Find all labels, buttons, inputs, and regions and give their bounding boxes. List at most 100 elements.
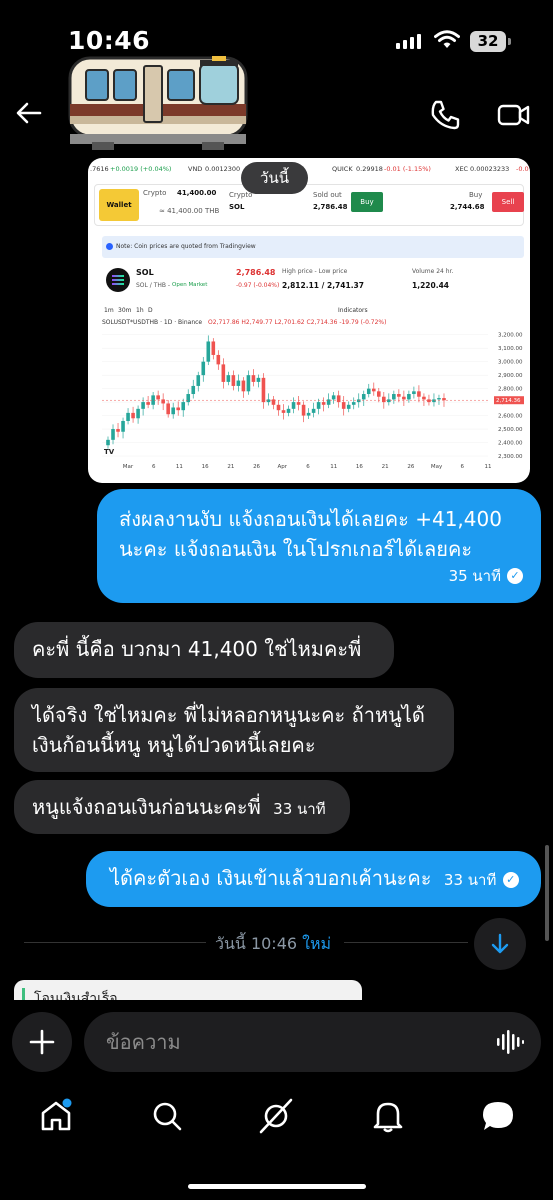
candle-body	[407, 394, 411, 400]
candle-body	[301, 404, 306, 416]
candle-body	[106, 439, 110, 446]
sold-out-label: Sold out	[313, 191, 342, 199]
x-tick-label: 11	[330, 464, 337, 470]
divider-line-right	[344, 942, 468, 943]
y-tick-label: 2,900.00	[498, 373, 523, 379]
candle-body	[226, 375, 231, 382]
y-tick-label: 2,300.00	[498, 454, 523, 460]
candle-body	[432, 399, 436, 403]
voice-waveform-icon[interactable]	[496, 1029, 524, 1055]
candle-body	[201, 361, 206, 376]
message-time: 33 นาที	[273, 800, 326, 818]
outgoing-message[interactable]: ส่งผลงานงับ แจ้งถอนเงินได้เลยคะ +41,400 …	[97, 489, 541, 603]
timeframe-d[interactable]: D	[148, 307, 153, 314]
buy-button[interactable]: Buy	[351, 192, 383, 212]
indicators-button[interactable]: Indicators	[338, 307, 368, 314]
candlestick-chart[interactable]: 3,200.00 3,100.00 3,000.00 2,900.00 2,800.00…	[88, 316, 530, 483]
last-price-tag: 2,714.36	[496, 398, 521, 404]
ticker-item: 0.0012300	[205, 165, 241, 173]
video-call-icon[interactable]	[496, 98, 532, 132]
current-price: 2,786.48	[236, 268, 276, 277]
timeframe-30m[interactable]: 30m	[118, 307, 131, 314]
incoming-message[interactable]: ได้จริง ใช่ไหมคะ พี่ไม่หลอกหนูนะคะ ถ้าหน…	[14, 688, 454, 772]
candle-body	[382, 396, 386, 403]
sol-logo-icon	[106, 268, 130, 292]
timeframe-1h[interactable]: 1h	[136, 307, 144, 314]
grok-icon[interactable]	[258, 1098, 294, 1134]
add-attachment-button[interactable]	[12, 1012, 72, 1072]
crypto-amount: 41,400.00	[177, 189, 217, 197]
card-title: โอนเงินสำเร็จ	[34, 991, 118, 1000]
x-tick-label: 11	[176, 464, 183, 470]
card-accent-bar	[22, 988, 25, 1000]
ticker-item: .7616	[90, 165, 109, 173]
divider-new: ใหม่	[302, 934, 332, 953]
candle-body	[191, 385, 196, 395]
notifications-bell-icon[interactable]	[370, 1098, 406, 1134]
candle-body	[366, 388, 371, 395]
candle-body	[241, 380, 246, 392]
x-tick-label: 21	[227, 464, 234, 470]
x-tick-label: 26	[253, 464, 260, 470]
messages-icon[interactable]	[480, 1098, 516, 1134]
search-icon[interactable]	[149, 1098, 185, 1134]
candle-body	[251, 375, 256, 382]
candle-body	[417, 391, 421, 397]
candle-body	[231, 375, 236, 386]
candle-body	[256, 377, 261, 382]
info-icon	[106, 243, 113, 250]
candle-body	[376, 391, 381, 397]
transfer-card-preview[interactable]: โอนเงินสำเร็จ	[14, 980, 362, 1000]
candle-body	[261, 377, 266, 403]
candle-body	[392, 394, 396, 400]
ticker-item: VND	[188, 165, 203, 173]
incoming-message[interactable]: หนูแจ้งถอนเงินก่อนนะคะพี่ 33 นาที	[14, 780, 350, 834]
message-time: 33 นาที	[443, 871, 497, 889]
candle-body	[371, 388, 376, 392]
scrollbar[interactable]	[545, 845, 549, 941]
shared-image[interactable]: .7616 +0.0019 (+0.04%) VND 0.0012300 QUI…	[88, 158, 530, 483]
candle-body	[427, 399, 431, 403]
candle-body	[346, 404, 351, 409]
home-icon[interactable]	[38, 1098, 74, 1134]
y-tick-label: 2,400.00	[498, 441, 523, 447]
new-messages-divider: วันนี้ 10:46 ใหม่	[215, 932, 331, 957]
sold-out-price: 2,786.48	[313, 203, 348, 211]
crypto-thb: ≈ 41,400.00 THB	[159, 207, 220, 215]
message-text: หนูแจ้งถอนเงินก่อนนะคะพี่	[32, 795, 261, 819]
contact-avatar-train[interactable]	[62, 48, 252, 158]
market-status: Open Market	[172, 282, 208, 288]
candle-body	[361, 394, 366, 400]
phone-call-icon[interactable]	[428, 98, 462, 132]
candle-body	[321, 402, 326, 405]
plus-icon	[29, 1029, 55, 1055]
candle-body	[196, 375, 201, 386]
ticker-item: +0.0019 (+0.04%)	[110, 165, 172, 173]
candle-body	[206, 341, 211, 362]
candle-body	[281, 410, 286, 413]
buy-label: Buy	[469, 191, 483, 199]
ticker-item: -0.01 (-1.15%)	[384, 165, 431, 173]
back-arrow-icon[interactable]	[12, 96, 46, 130]
candle-body	[387, 399, 391, 403]
timeframe-1m[interactable]: 1m	[104, 307, 114, 314]
wallet-button[interactable]: Wallet	[99, 189, 139, 221]
incoming-message[interactable]: คะพี่ นี้คือ บวกมา 41,400 ใช่ไหมคะพี่	[14, 622, 394, 678]
candle-body	[276, 404, 281, 411]
candle-body	[341, 402, 346, 409]
message-time: 35 นาที	[448, 567, 501, 585]
message-input[interactable]	[106, 1028, 486, 1056]
candle-body	[216, 354, 221, 365]
candle-body	[121, 420, 125, 432]
outgoing-message[interactable]: ได้คะตัวเอง เงินเข้าแล้วบอกเค้านะคะ 33 น…	[86, 851, 541, 907]
candle-body	[331, 395, 336, 400]
cellular-signal-icon	[396, 34, 421, 49]
sell-button[interactable]: Sell	[492, 192, 524, 212]
candle-body	[181, 402, 186, 411]
candle-body	[397, 394, 401, 397]
candle-body	[286, 408, 291, 413]
pair-name: SOL	[136, 268, 154, 277]
scroll-down-button[interactable]	[474, 918, 526, 970]
price-change: -0.97 (-0.04%)	[236, 282, 280, 289]
candle-body	[306, 412, 311, 416]
